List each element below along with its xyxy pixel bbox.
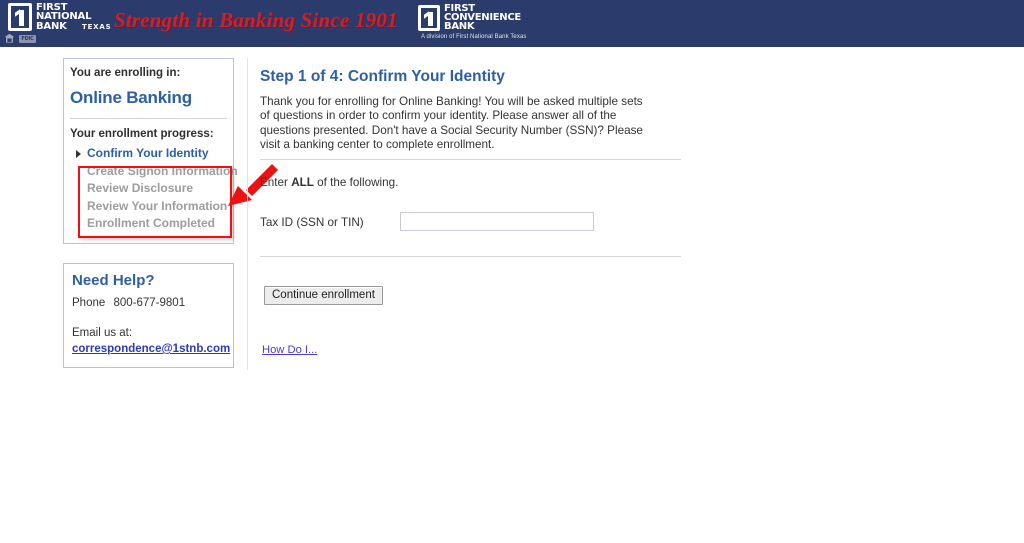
support-email-link[interactable]: correspondence@1stnb.com bbox=[72, 343, 230, 355]
page-title: Step 1 of 4: Confirm Your Identity bbox=[260, 68, 505, 85]
logo-wordmark: FIRST NATIONAL BANK TEXAS bbox=[36, 2, 111, 32]
panel-divider bbox=[70, 118, 227, 119]
enrollment-progress-label: Your enrollment progress: bbox=[70, 128, 214, 140]
section-rule-bottom bbox=[260, 256, 681, 257]
phone-number: 800-677-9801 bbox=[113, 297, 186, 309]
help-phone-row: Phone 800-677-9801 bbox=[72, 297, 225, 309]
logo-numeral-one-icon bbox=[8, 3, 32, 31]
main-content: Step 1 of 4: Confirm Your Identity Thank… bbox=[260, 68, 690, 152]
step-item-create-signon: Create Signon Information bbox=[76, 163, 238, 181]
logo-line-bank: BANK TEXAS bbox=[36, 20, 111, 32]
step-item-review-disclosure: Review Disclosure bbox=[76, 180, 227, 198]
enrolling-in-label: You are enrolling in: bbox=[70, 67, 181, 79]
step-label: Confirm Your Identity bbox=[87, 146, 209, 160]
caret-right-icon bbox=[76, 150, 81, 158]
enrollment-progress-panel: You are enrolling in: Online Banking You… bbox=[63, 58, 238, 244]
enrollment-step-list: Confirm Your Identity Create Signon Info… bbox=[70, 145, 238, 233]
continue-enrollment-button[interactable]: Continue enrollment bbox=[264, 286, 383, 305]
step-item-enrollment-completed: Enrollment Completed bbox=[76, 215, 227, 233]
step-label: Enrollment Completed bbox=[87, 216, 216, 230]
fcb-division-note: A division of First National Bank Texas bbox=[421, 34, 527, 40]
instruction-prefix: Enter bbox=[260, 176, 292, 189]
equal-housing-lender-icon bbox=[4, 33, 15, 43]
step-label: Review Your Information bbox=[87, 198, 228, 213]
step-item-confirm-identity[interactable]: Confirm Your Identity bbox=[76, 145, 227, 163]
header-tagline: Strength in Banking Since 1901 bbox=[114, 8, 398, 32]
email-us-label: Email us at: bbox=[72, 327, 133, 339]
instruction-emphasis: ALL bbox=[291, 176, 314, 189]
fdic-icon: FDIC bbox=[19, 35, 36, 43]
fcb-line-bank: BANK bbox=[444, 21, 475, 33]
step-label: Create Signon Information bbox=[87, 163, 238, 178]
content-divider bbox=[247, 58, 248, 370]
numeral-stem bbox=[19, 10, 24, 26]
step-label: Review Disclosure bbox=[87, 181, 194, 195]
how-do-i-link[interactable]: How Do I... bbox=[262, 344, 317, 356]
first-national-bank-logo: FIRST NATIONAL BANK TEXAS bbox=[8, 2, 112, 33]
tax-id-label: Tax ID (SSN or TIN) bbox=[260, 216, 364, 229]
need-help-title: Need Help? bbox=[72, 272, 155, 289]
section-rule-top bbox=[260, 159, 681, 160]
regulatory-icons: FDIC bbox=[4, 33, 38, 45]
need-help-panel: Need Help? Phone 800-677-9801 Email us a… bbox=[63, 263, 234, 368]
fcb-wordmark: FIRST CONVENIENCE BANK bbox=[444, 3, 521, 33]
enter-all-instruction: Enter ALL of the following. bbox=[260, 176, 398, 189]
logo-state-texas: TEXAS bbox=[82, 22, 112, 31]
tax-id-input[interactable] bbox=[400, 212, 594, 231]
step-item-review-your-information: Review Your Information bbox=[76, 198, 227, 216]
site-header: FIRST NATIONAL BANK TEXAS FDIC Strength … bbox=[0, 0, 1024, 47]
fcb-numeral-one-icon bbox=[418, 5, 440, 31]
fcb-numeral-stem bbox=[428, 12, 433, 26]
logo-bank-text: BANK bbox=[36, 20, 67, 32]
instruction-suffix: of the following. bbox=[313, 176, 399, 189]
phone-label: Phone bbox=[72, 297, 106, 309]
enrollment-product-name: Online Banking bbox=[70, 88, 192, 107]
first-convenience-bank-logo: FIRST CONVENIENCE BANK A division of Fir… bbox=[418, 3, 548, 43]
intro-paragraph: Thank you for enrolling for Online Banki… bbox=[260, 95, 643, 151]
